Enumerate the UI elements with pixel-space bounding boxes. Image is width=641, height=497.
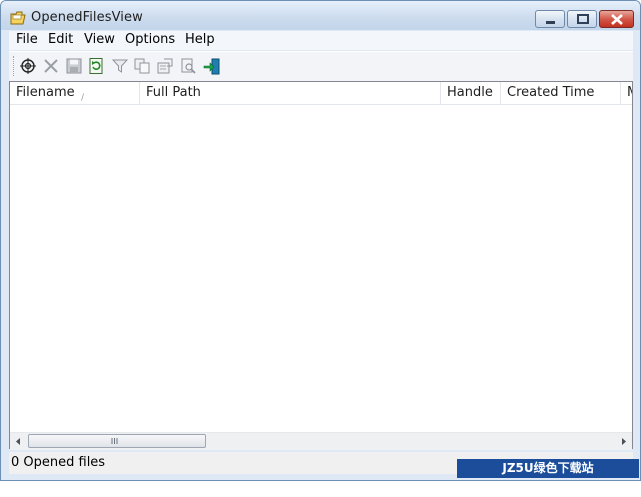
filter-icon — [112, 59, 128, 73]
maximize-icon — [577, 14, 589, 24]
column-header-label: Created Time — [507, 85, 595, 100]
column-header-label: Handle — [447, 85, 493, 100]
save-button[interactable] — [63, 55, 85, 77]
toolbar — [9, 51, 633, 81]
menu-file[interactable]: File — [16, 32, 38, 47]
menu-help[interactable]: Help — [185, 32, 215, 47]
scroll-left-button[interactable] — [10, 433, 27, 450]
folder-icon — [10, 10, 26, 25]
refresh-icon — [89, 58, 103, 74]
find-button[interactable] — [177, 55, 199, 77]
copy-button[interactable] — [131, 55, 153, 77]
column-header-modified-time[interactable]: M — [621, 82, 632, 104]
scrollbar-thumb[interactable] — [28, 434, 206, 448]
menu-view[interactable]: View — [84, 32, 115, 47]
scroll-right-button[interactable] — [615, 433, 632, 450]
files-list-view[interactable]: Filename / Full Path Handle Created Time… — [9, 81, 633, 450]
target-button[interactable] — [17, 55, 39, 77]
close-icon — [611, 14, 623, 25]
properties-button[interactable] — [154, 55, 176, 77]
column-header-label: M — [627, 85, 632, 100]
grip-icon — [111, 438, 118, 444]
column-header-created-time[interactable]: Created Time — [501, 82, 621, 104]
exit-icon — [203, 58, 220, 75]
menu-bar: File Edit View Options Help — [9, 31, 633, 50]
menu-edit[interactable]: Edit — [48, 32, 73, 47]
column-header-handle[interactable]: Handle — [441, 82, 501, 104]
close-button[interactable] — [599, 10, 634, 28]
minimize-icon — [546, 21, 555, 24]
status-opened-files-count: 0 Opened files — [11, 455, 106, 470]
column-header-row: Filename / Full Path Handle Created Time… — [10, 82, 632, 105]
title-bar[interactable]: OpenedFilesView — [1, 1, 640, 30]
properties-icon — [157, 58, 173, 74]
find-icon — [181, 58, 196, 74]
app-window: OpenedFilesView File Edit View Options H… — [0, 0, 641, 481]
copy-icon — [134, 58, 150, 74]
filter-button[interactable] — [109, 55, 131, 77]
column-header-full-path[interactable]: Full Path — [140, 82, 441, 104]
sort-ascending-icon: / — [81, 93, 85, 103]
target-icon — [20, 58, 36, 74]
horizontal-scrollbar[interactable] — [10, 432, 632, 450]
watermark-banner: JZ5U绿色下载站www.jz5u.com — [457, 459, 639, 494]
maximize-button[interactable] — [567, 10, 597, 28]
chevron-right-icon — [622, 438, 626, 445]
chevron-left-icon — [16, 438, 20, 445]
column-header-filename[interactable]: Filename / — [10, 82, 140, 104]
close-x-icon — [44, 59, 58, 73]
close-handle-button[interactable] — [40, 55, 62, 77]
minimize-button[interactable] — [535, 10, 565, 28]
save-icon — [66, 58, 82, 74]
refresh-button[interactable] — [85, 55, 107, 77]
column-header-label: Filename — [16, 85, 75, 100]
column-header-label: Full Path — [146, 85, 201, 100]
menu-options[interactable]: Options — [125, 32, 175, 47]
window-title: OpenedFilesView — [31, 10, 143, 25]
exit-button[interactable] — [200, 55, 222, 77]
